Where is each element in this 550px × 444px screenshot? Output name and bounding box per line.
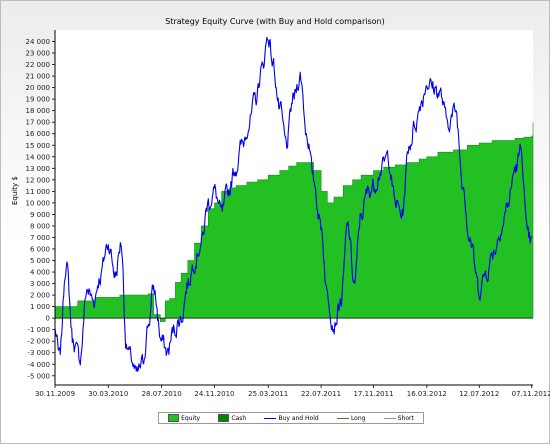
y-tick-label: -2 000 [27,338,50,346]
y-tick-label: 22 000 [26,61,51,69]
y-tick-label: 7 000 [30,234,50,242]
legend-label-long: Long [350,414,366,422]
y-tick-label: 10 000 [26,199,51,207]
x-tick-label: 17.11.2011 [353,390,393,398]
chart-legend: Equity Cash Buy and Hold Long Short [158,412,424,424]
y-tick-label: 15 000 [26,142,51,150]
y-tick-label: 2 000 [30,292,50,300]
y-tick-label: -1 000 [27,326,50,334]
y-tick-label: 16 000 [26,130,51,138]
legend-label-short: Short [397,414,414,422]
legend-swatch-buy-and-hold [264,417,277,419]
legend-item-cash: Cash [218,414,246,422]
y-tick-label: 13 000 [26,165,51,173]
legend-swatch-cash [218,414,230,422]
x-tick-label: 30.03.2010 [88,390,128,398]
y-tick-label: 24 000 [26,38,51,46]
y-tick-label: 0 [46,315,50,323]
y-tick-label: 21 000 [26,73,51,81]
x-tick-label: 16.03.2012 [407,390,447,398]
y-tick-label: 9 000 [30,211,50,219]
y-tick-label: 4 000 [30,269,50,277]
legend-item-buy-and-hold: Buy and Hold [264,414,319,422]
y-tick-label: 11 000 [26,188,51,196]
legend-label-equity: Equity [181,414,201,422]
y-tick-label: 14 000 [26,153,51,161]
y-tick-label: 18 000 [26,107,51,115]
x-tick-label: 30.11.2009 [35,390,75,398]
y-tick-label: -3 000 [27,349,50,357]
y-tick-label: 23 000 [26,50,51,58]
y-tick-label: -4 000 [27,361,50,369]
legend-swatch-short [383,417,396,419]
x-tick-label: 28.07.2010 [142,390,182,398]
legend-label-buy-and-hold: Buy and Hold [278,414,319,422]
y-tick-label: 8 000 [30,222,50,230]
y-tick-label: 5 000 [30,257,50,265]
chart-svg: -5 000 -4 000 -3 000 -2 000 -1 000 0 1 000 2 00… [26,30,550,398]
y-tick-label: 3 000 [30,280,50,288]
y-tick-label: 1 000 [30,303,50,311]
y-tick-label: -5 000 [27,372,50,380]
y-tick-label: 19 000 [26,96,51,104]
legend-swatch-long [336,417,349,419]
legend-item-short: Short [383,414,414,422]
y-tick-label: 20 000 [26,84,51,92]
x-tick-label: 25.03.2011 [248,390,288,398]
y-tick-label: 6 000 [30,245,50,253]
y-tick-label: 12 000 [26,176,51,184]
legend-item-equity: Equity [168,414,200,422]
x-tick-label: 07.11.2012 [512,390,550,398]
legend-swatch-equity [168,414,180,422]
legend-label-cash: Cash [231,414,247,422]
y-tick-label: 17 000 [26,119,51,127]
x-tick-label: 24.11.2010 [194,390,234,398]
legend-item-long: Long [336,414,366,422]
x-tick-label: 22.07.2011 [301,390,341,398]
x-tick-label: 12.07.2012 [459,390,499,398]
